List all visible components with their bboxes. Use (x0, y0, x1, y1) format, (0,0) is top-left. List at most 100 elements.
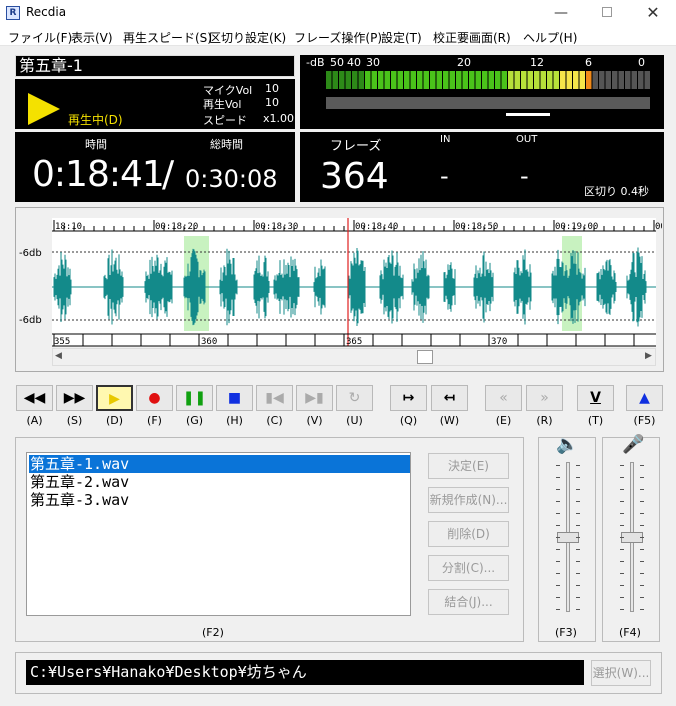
menu-split-settings[interactable]: 区切り設定(K) (209, 29, 286, 46)
split-file-button[interactable]: 分割(C)... (428, 555, 509, 581)
meter-segment (456, 71, 462, 89)
microphone-icon: 🎤 (622, 434, 645, 455)
meter-segment (534, 71, 540, 89)
slider-tick (620, 561, 624, 562)
menu-view[interactable]: 表示(V) (71, 29, 113, 46)
merge-button[interactable]: 結合(J)... (428, 589, 509, 615)
confirm-button[interactable]: 決定(E) (428, 453, 509, 479)
stop-button[interactable]: ■ (216, 385, 253, 411)
play-vol-label: 再生Vol (203, 98, 242, 111)
repeat-button[interactable]: ↻ (336, 385, 373, 411)
play-button[interactable]: ▶ (96, 385, 133, 411)
maximize-button[interactable] (584, 0, 630, 26)
meter-segment (462, 71, 468, 89)
meter-segment (527, 71, 533, 89)
scroll-left-icon[interactable]: ◀ (55, 351, 62, 361)
slider-tick (640, 561, 644, 562)
time-panel: 時間 総時間 0:18:41 / 0:30:08 (15, 132, 295, 202)
menu-file[interactable]: ファイル(F) (8, 29, 72, 46)
slider-tick (576, 537, 580, 538)
meter-segment (495, 71, 501, 89)
meter-segment (332, 71, 338, 89)
slider-tick (640, 549, 644, 550)
meter-segment (326, 71, 332, 89)
file-list[interactable]: 第五章-1.wav 第五章-2.wav 第五章-3.wav (26, 452, 411, 616)
menu-speed[interactable]: 再生スピード(S) (123, 29, 212, 46)
meter-segment (475, 71, 481, 89)
total-time: 0:30:08 (185, 165, 278, 193)
slider-tick (576, 489, 580, 490)
pause-button[interactable]: ❚❚ (176, 385, 213, 411)
up-button[interactable]: ▲ (626, 385, 663, 411)
phrase-tick-label: 370 (491, 337, 507, 347)
meter-segment (605, 71, 611, 89)
current-file-title: 第五章-1 (15, 55, 295, 77)
slider-tick (556, 501, 560, 502)
window-title: Recdia (26, 5, 67, 19)
play-state-icon (28, 93, 60, 125)
meter-scale-label: 0 (638, 56, 645, 69)
meter-segment (566, 71, 572, 89)
jump-out-button[interactable]: ↤ (431, 385, 468, 411)
meter-segment (508, 71, 514, 89)
time-tick-label: 00:19:00 (555, 222, 598, 232)
jump-in-button[interactable]: ↦ (390, 385, 427, 411)
menu-bar: ファイル(F) 表示(V) 再生スピード(S) 区切り設定(K) フレーズ操作(… (0, 26, 676, 46)
phrase-tick-label: 360 (201, 337, 217, 347)
key-label: (F5) (633, 414, 656, 427)
slider-tick (556, 489, 560, 490)
list-item[interactable]: 第五章-1.wav (29, 455, 410, 473)
total-time-label: 総時間 (210, 138, 243, 151)
close-button[interactable]: ✕ (630, 0, 676, 26)
select-folder-button[interactable]: 選択(W)... (591, 660, 651, 686)
slider-tick (620, 585, 624, 586)
fast-forward-icon: ▶▶ (63, 390, 86, 406)
meter-segment (449, 71, 455, 89)
meter-segment (599, 71, 605, 89)
key-label: (D) (105, 414, 124, 427)
meter-segment (378, 71, 384, 89)
prev-phrase-button[interactable]: ▮◀ (256, 385, 293, 411)
slider-tick (620, 513, 624, 514)
delete-button[interactable]: 削除(D) (428, 521, 509, 547)
scrollbar-thumb[interactable] (417, 350, 433, 364)
meter-segment (521, 71, 527, 89)
waveform-view[interactable]: 18:10 00:18:20 00:18:30 00:18:40 00:18:50 00:… (17, 210, 662, 348)
slider-tick (640, 537, 644, 538)
minimize-button[interactable]: — (538, 0, 584, 26)
slider-tick (620, 549, 624, 550)
meter-segment (501, 71, 507, 89)
waveform-scrollbar[interactable]: ◀ ▶ (52, 348, 656, 366)
slider-tick (640, 609, 644, 610)
slider-tick (556, 609, 560, 610)
meter-segment (579, 71, 585, 89)
folder-path: C:¥Users¥Hanako¥Desktop¥坊ちゃん (26, 660, 584, 685)
meter-segment (371, 71, 377, 89)
meter-segment (469, 71, 475, 89)
fast-forward-button[interactable]: ▶▶ (56, 385, 93, 411)
record-button[interactable]: ● (136, 385, 173, 411)
slider-tick (620, 597, 624, 598)
split-button[interactable]: V (577, 385, 614, 411)
menu-settings[interactable]: 設定(T) (381, 29, 422, 46)
menu-help[interactable]: ヘルプ(H) (523, 29, 577, 46)
scroll-right-icon[interactable]: ▶ (645, 351, 652, 361)
list-item[interactable]: 第五章-2.wav (29, 473, 129, 491)
list-item[interactable]: 第五章-3.wav (29, 491, 129, 509)
back-fast-button[interactable]: « (485, 385, 522, 411)
slider-tick (556, 513, 560, 514)
next-phrase-button[interactable]: ▶▮ (296, 385, 333, 411)
play-vol-value: 10 (265, 96, 279, 109)
rewind-button[interactable]: ◀◀ (16, 385, 53, 411)
key-label: (C) (266, 414, 283, 427)
time-label: 時間 (85, 138, 107, 151)
menu-proofread[interactable]: 校正要画面(R) (433, 29, 511, 46)
meter-segment (592, 71, 598, 89)
meter-segment (547, 71, 553, 89)
new-button[interactable]: 新規作成(N)... (428, 487, 509, 513)
key-label: (W) (439, 414, 460, 427)
menu-phrase[interactable]: フレーズ操作(P) (294, 29, 382, 46)
next-phrase-icon: ▶▮ (305, 390, 324, 406)
forward-fast-button[interactable]: » (526, 385, 563, 411)
record-icon: ● (148, 390, 161, 406)
